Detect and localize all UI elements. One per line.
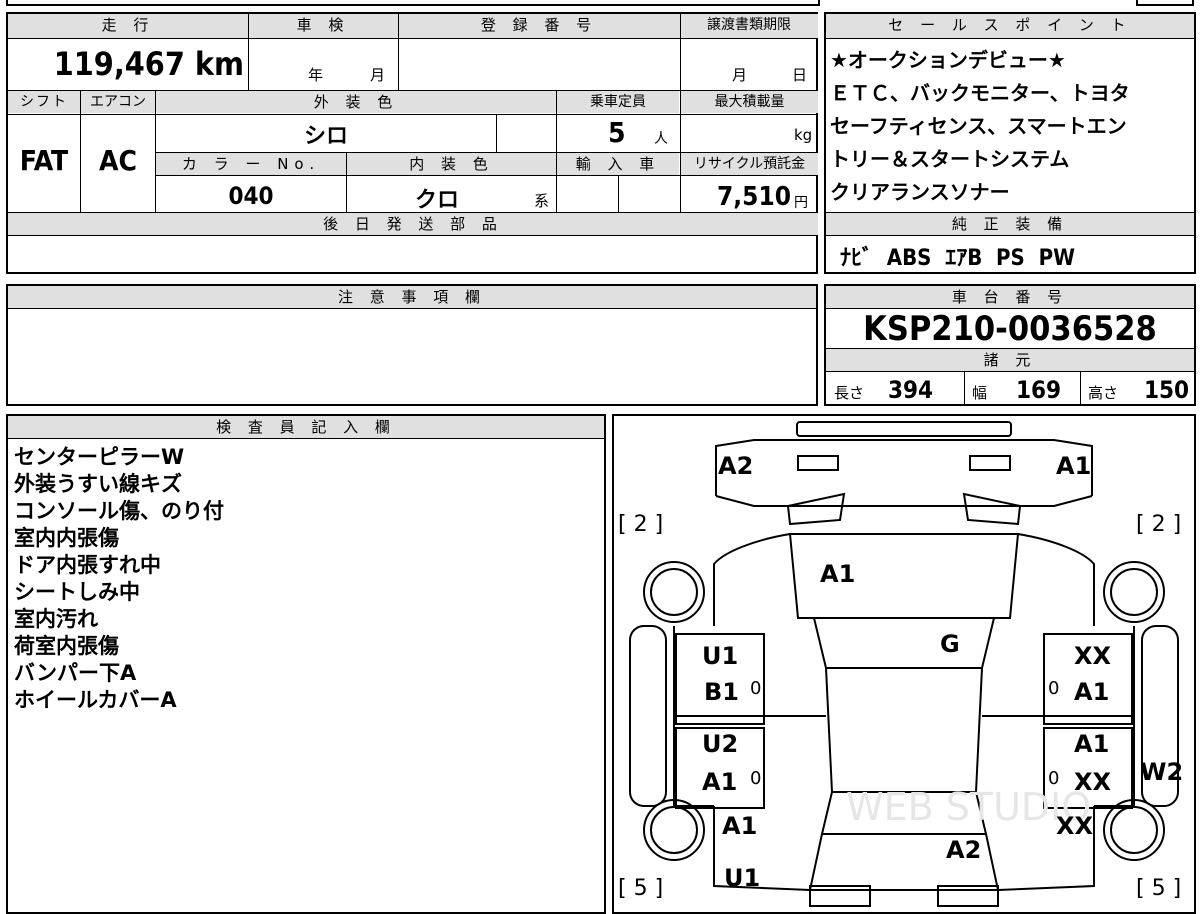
mark-right-fender: W2 [1140, 758, 1184, 786]
inspection-label: 車 検 [248, 14, 398, 38]
tread-rear-right: [ 5 ] [1136, 876, 1182, 901]
mark-left-front-door-1: U1 [702, 642, 739, 670]
specs-label: 諸 元 [826, 349, 1194, 371]
exterior-color-label: 外 装 色 [156, 91, 556, 113]
color-no-value: 040 [228, 182, 274, 210]
recycle-label: リサイクル預託金 [681, 153, 818, 175]
mark-right-rear-door-1: A1 [1074, 730, 1110, 758]
mark-left-rear-door-2: A1 [702, 768, 738, 796]
width-label: 幅 [972, 384, 988, 402]
sales-point-line: ＥＴＣ、バックモニター、トヨタ [830, 81, 1130, 105]
mark-zero-1: 0 [750, 678, 762, 699]
genuine-equipment-label: 純 正 装 備 [826, 213, 1194, 235]
inspector-note-line: 室内汚れ [14, 607, 98, 631]
color-no-label: カ ラ ー No. [156, 153, 346, 175]
interior-color-label: 内 装 色 [347, 153, 556, 175]
mark-right-rear-door-2: XX [1074, 768, 1112, 796]
vehicle-info-table: 走 行 車 検 登 録 番 号 譲渡書類期限 119,467 km 年 月 月 … [6, 12, 818, 274]
recycle-unit: 円 [794, 195, 808, 211]
inspector-note-line: 荷室内張傷 [14, 634, 119, 658]
notes-label: 注 意 事 項 欄 [8, 286, 816, 308]
inspector-note-line: 室内内張傷 [14, 526, 119, 550]
mileage-label: 走 行 [8, 14, 248, 38]
length-label: 長さ [834, 384, 865, 402]
sales-point-line: クリアランスソナー [830, 180, 1010, 204]
genuine-equipment-value: ﾅﾋﾞ ABS ｴｱB PS PW [840, 246, 1075, 271]
inspection-year: 年 [308, 66, 324, 84]
inspector-label: 検 査 員 記 入 欄 [8, 416, 604, 438]
inspector-note-line: ドア内張すれ中 [14, 553, 161, 577]
mark-left-rear-door-1: U2 [702, 730, 739, 758]
import-label: 輸 入 車 [557, 153, 679, 175]
mark-left-rear-fender: A1 [722, 812, 758, 840]
length-value: 394 [888, 376, 934, 404]
transfer-deadline-label: 譲渡書類期限 [680, 14, 818, 38]
mileage-value: 119,467 km [53, 45, 244, 83]
inspector-note-line: バンパー下A [14, 661, 137, 685]
width-value: 169 [1016, 376, 1062, 404]
interior-color-value: クロ [414, 188, 459, 213]
sales-point-line: ★オークションデビュー★ [830, 48, 1066, 72]
sales-point-line: セーフティセンス、スマートエン [830, 114, 1127, 138]
tread-front-right: [ 2 ] [1136, 512, 1182, 537]
mark-zero-4: 0 [1048, 768, 1060, 789]
max-load-label: 最大積載量 [681, 91, 818, 113]
mark-zero-3: 0 [1048, 678, 1060, 699]
deadline-month: 月 [732, 66, 748, 84]
shift-value: FAT [19, 144, 69, 177]
exterior-color-value: シロ [303, 124, 348, 149]
notes-panel: 注 意 事 項 欄 [6, 284, 818, 406]
deadline-day: 日 [792, 66, 808, 84]
mark-hood: A1 [820, 560, 856, 588]
inspector-note-line: コンソール傷、のり付 [14, 499, 224, 523]
capacity-value: 5 [608, 116, 626, 149]
later-parts-label: 後 日 発 送 部 品 [8, 213, 818, 235]
inspector-note-line: センターピラーW [14, 445, 185, 469]
mark-left-front-door-2: B1 [704, 678, 739, 706]
height-label: 高さ [1088, 384, 1119, 402]
top-strip-right [1136, 0, 1194, 6]
mark-right-rear-fender: XX [1056, 812, 1094, 840]
mark-windshield: G [940, 630, 960, 658]
inspector-notes-list: センターピラーW 外装うすい線キズコンソール傷、のり付 室内内張傷ドア内張すれ中 シー… [14, 444, 224, 714]
inspector-note-line: 外装うすい線キズ [14, 472, 182, 496]
tread-front-left: [ 2 ] [618, 512, 664, 537]
inspector-note-line: シートしみ中 [14, 580, 140, 604]
mark-rear-bumper-left: U1 [724, 864, 761, 892]
sales-points-list: ★オークションデビュー★ ＥＴＣ、バックモニター、トヨタ セーフティセンス、スマート… [830, 44, 1130, 209]
mark-front-left: A2 [718, 452, 754, 480]
chassis-panel: 車 台 番 号 KSP210-0036528 諸 元 長さ 394 幅 169 … [824, 284, 1196, 406]
car-diagram-panel: WEB STUDIO [ 2 ] [ 2 ] [ 5 ] [ 5 ] A2 A1… [612, 414, 1196, 914]
registration-label: 登 録 番 号 [398, 14, 680, 38]
sales-point-line: トリー＆スタートシステム [830, 147, 1070, 171]
inspector-note-line: ホイールカバーA [14, 688, 177, 712]
mark-right-front-door-1: XX [1074, 642, 1112, 670]
sales-points-label: セ ー ル ス ポ イ ン ト [826, 14, 1194, 38]
aircon-label: エアコン [81, 91, 155, 113]
capacity-unit: 人 [654, 131, 668, 147]
inspector-panel: 検 査 員 記 入 欄 センターピラーW 外装うすい線キズコンソール傷、のり付 室内… [6, 414, 606, 914]
height-value: 150 [1144, 376, 1190, 404]
diagram-watermark: WEB STUDIO [846, 785, 1091, 829]
top-strip-left [6, 0, 820, 6]
tread-rear-left: [ 5 ] [618, 876, 664, 901]
mark-rear: A2 [946, 836, 982, 864]
sales-points-panel: セ ー ル ス ポ イ ン ト ★オークションデビュー★ ＥＴＣ、バックモニター、… [824, 12, 1196, 274]
mark-front-right: A1 [1056, 452, 1092, 480]
aircon-value: AC [99, 144, 137, 177]
recycle-value: 7,510 [717, 182, 791, 212]
mark-right-front-door-2: A1 [1074, 678, 1110, 706]
mark-zero-2: 0 [750, 768, 762, 789]
interior-color-suffix: 系 [534, 192, 550, 210]
chassis-label: 車 台 番 号 [826, 286, 1194, 308]
chassis-value: KSP210-0036528 [863, 309, 1157, 348]
inspection-month: 月 [370, 66, 386, 84]
max-load-unit: kg [794, 126, 813, 144]
capacity-label: 乗車定員 [557, 91, 679, 113]
shift-label: シフト [8, 91, 80, 113]
